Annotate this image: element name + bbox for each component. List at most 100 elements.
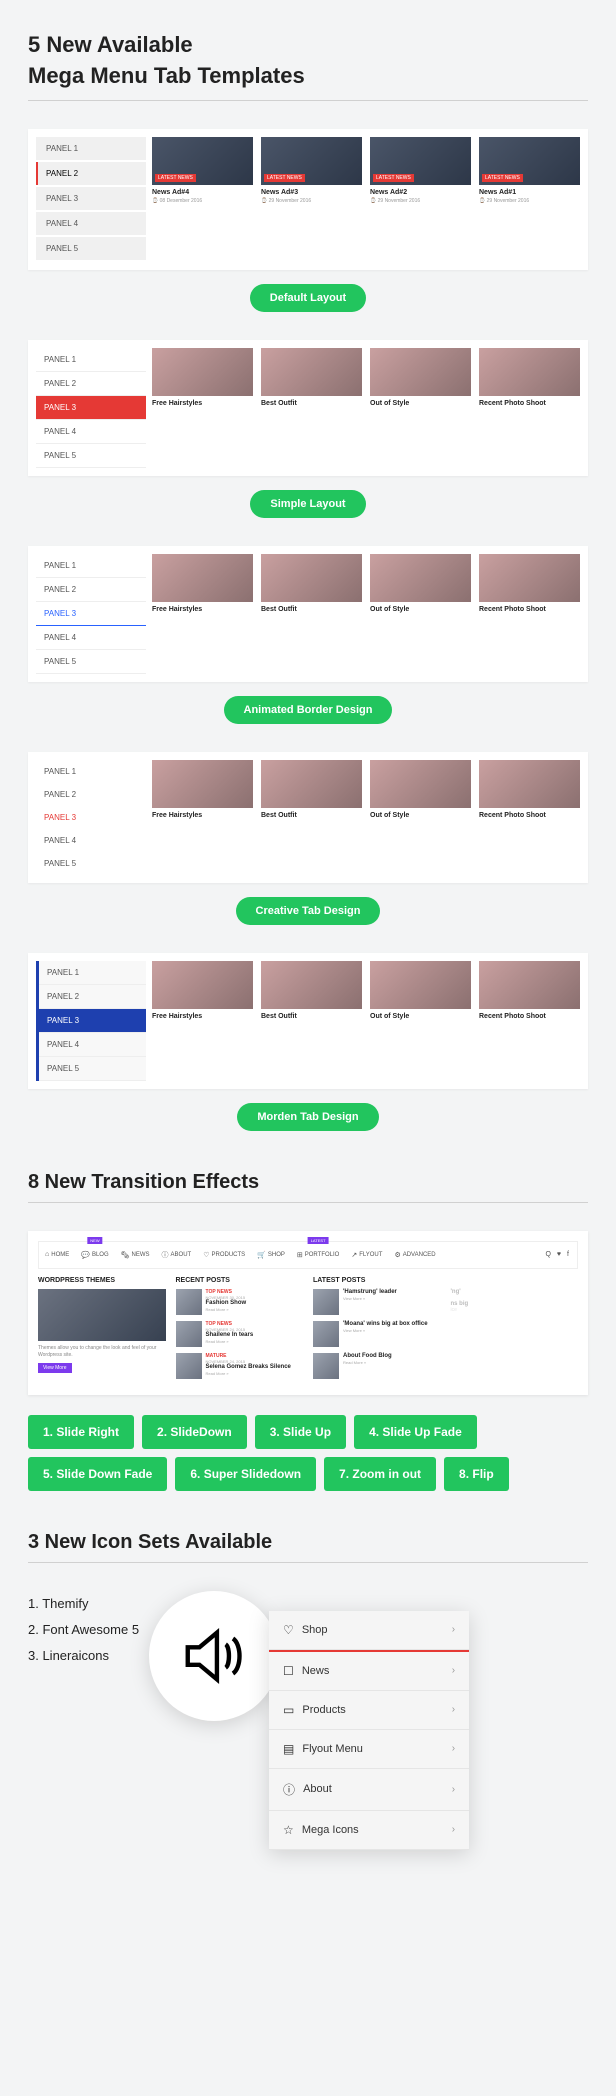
panel-tab[interactable]: PANEL 3 [36,396,146,420]
content-card[interactable]: Out of Style [370,348,471,468]
content-card[interactable]: Recent Photo Shoot [479,760,580,875]
content-card[interactable]: Recent Photo Shoot [479,348,580,468]
content-card[interactable]: Best Outfit [261,961,362,1081]
chevron-right-icon: › [452,1743,455,1754]
card-title: Out of Style [370,400,471,407]
card-title: Recent Photo Shoot [479,1013,580,1020]
content-card[interactable]: Free Hairstyles [152,554,253,674]
content-card[interactable]: LATEST NEWSNews Ad#3⌚ 29 November 2016 [261,137,362,262]
content-card[interactable]: LATEST NEWSNews Ad#4⌚ 08 Desember 2016 [152,137,253,262]
effect-pill: 7. Zoom in out [324,1457,436,1491]
social-icon[interactable]: ♥ [557,1251,561,1258]
icon-menu-item[interactable]: ☐News› [269,1650,469,1691]
content-card[interactable]: Best Outfit [261,760,362,875]
post-image [313,1289,339,1315]
latest-tag: LATEST [308,1237,329,1244]
view-more-link[interactable]: View More » [343,1296,397,1301]
content-card[interactable]: LATEST NEWSNews Ad#1⌚ 29 November 2016 [479,137,580,262]
content-card[interactable]: Free Hairstyles [152,760,253,875]
content-card[interactable]: Free Hairstyles [152,961,253,1081]
news-badge: LATEST NEWS [264,174,305,182]
panel-tab[interactable]: PANEL 2 [36,162,146,185]
panel-tab[interactable]: PANEL 1 [36,137,146,160]
view-more-button[interactable]: View More [38,1363,72,1373]
content-card[interactable]: LATEST NEWSNews Ad#2⌚ 29 November 2016 [370,137,471,262]
panel-tab[interactable]: PANEL 3 [39,1009,146,1033]
panel-tab[interactable]: PANEL 1 [36,554,146,578]
panel-tab[interactable]: PANEL 4 [36,829,146,852]
transition-demo: ⌂HOME💬BLOGNEW🗞NEWSⓘABOUT♡PRODUCTS🛒SHOP⊞P… [28,1231,588,1395]
content-card[interactable]: Out of Style [370,961,471,1081]
content-card[interactable]: Free Hairstyles [152,348,253,468]
icon-menu-item[interactable]: ▤Flyout Menu› [269,1730,469,1769]
panel-tab[interactable]: PANEL 3 [36,806,146,829]
panel-tab[interactable]: PANEL 4 [36,420,146,444]
content-card[interactable]: Out of Style [370,554,471,674]
nav-item[interactable]: ⊞PORTFOLIOLATEST [291,1243,345,1267]
speaker-icon-circle [149,1591,279,1721]
latest-post[interactable]: 'Moana' wins big at box officeView More … [313,1321,441,1347]
nav-item[interactable]: 🛒SHOP [251,1243,291,1267]
social-icon[interactable]: f [567,1251,569,1258]
panel-tab[interactable]: PANEL 4 [36,626,146,650]
panel-tab[interactable]: PANEL 2 [36,783,146,806]
content-card[interactable]: Best Outfit [261,348,362,468]
content-card[interactable]: Best Outfit [261,554,362,674]
mega-menu-demo: PANEL 1PANEL 2PANEL 3PANEL 4PANEL 5 Free … [28,752,588,883]
panel-tab[interactable]: PANEL 5 [39,1057,146,1081]
recent-post[interactable]: TOP NEWSNOVEMBER 30, 2015Fashion ShowRea… [176,1289,304,1315]
effect-pill: 8. Flip [444,1457,509,1491]
panel-tab[interactable]: PANEL 4 [36,212,146,235]
social-icon[interactable]: Q [545,1251,550,1258]
section-2-title: 8 New Transition Effects [28,1171,588,1194]
content-card[interactable]: Recent Photo Shoot [479,961,580,1081]
iconset-item: 3. Lineraicons [28,1643,139,1669]
read-more-link[interactable]: Read More » [206,1307,247,1312]
icon-menu-item[interactable]: ☆Mega Icons› [269,1811,469,1850]
card-date: ⌚ 29 November 2016 [370,198,471,204]
nav-bar: ⌂HOME💬BLOGNEW🗞NEWSⓘABOUT♡PRODUCTS🛒SHOP⊞P… [38,1241,578,1269]
nav-icon: 🛒 [257,1251,266,1259]
content-card[interactable]: Out of Style [370,760,471,875]
panel-tab[interactable]: PANEL 5 [36,444,146,468]
nav-item[interactable]: ↗FLYOUT [345,1243,388,1267]
post-title: 'Hamstrung' leader [343,1289,397,1296]
card-title: News Ad#2 [370,189,471,196]
nav-item[interactable]: ⓘABOUT [156,1242,198,1268]
panel-tab[interactable]: PANEL 2 [36,372,146,396]
card-image [370,554,471,602]
card-image [261,554,362,602]
divider [28,1562,588,1563]
latest-post[interactable]: About Food BlogRead More » [313,1353,441,1379]
read-more-link[interactable]: Read More » [206,1339,254,1344]
panel-tab[interactable]: PANEL 4 [39,1033,146,1057]
nav-item[interactable]: 🗞NEWS [115,1243,156,1267]
icon-menu-item[interactable]: ⓘAbout› [269,1769,469,1811]
panel-tab[interactable]: PANEL 3 [36,602,146,626]
panel-tab[interactable]: PANEL 5 [36,237,146,260]
chevron-right-icon: › [452,1704,455,1715]
panel-tab[interactable]: PANEL 2 [36,578,146,602]
recent-post[interactable]: TOP NEWSNOVEMBER 24, 2015Shailene In tea… [176,1321,304,1347]
latest-post[interactable]: 'Hamstrung' leaderView More » [313,1289,441,1315]
panel-tab[interactable]: PANEL 2 [39,985,146,1009]
panel-tab[interactable]: PANEL 5 [36,650,146,674]
nav-item[interactable]: ⚙ADVANCED [388,1243,441,1267]
nav-item[interactable]: 💬BLOGNEW [75,1243,114,1267]
nav-item[interactable]: ⌂HOME [39,1243,75,1266]
panel-tab[interactable]: PANEL 1 [36,348,146,372]
panel-tab[interactable]: PANEL 1 [39,961,146,985]
effect-pill: 1. Slide Right [28,1415,134,1449]
icon-menu-item[interactable]: ▭Products› [269,1691,469,1730]
panel-tab[interactable]: PANEL 5 [36,852,146,875]
nav-item[interactable]: ♡PRODUCTS [197,1243,251,1267]
post-date: NOVEMBER 30, 2015 [206,1295,247,1300]
view-more-link[interactable]: View More » [343,1328,428,1333]
recent-post[interactable]: MATURENOVEMBER 24, 2015Selena Gomez Brea… [176,1353,304,1379]
view-more-link[interactable]: Read More » [343,1360,392,1365]
read-more-link[interactable]: Read More » [206,1371,291,1376]
icon-menu-item[interactable]: ♡Shop› [269,1611,469,1650]
content-card[interactable]: Recent Photo Shoot [479,554,580,674]
panel-tab[interactable]: PANEL 3 [36,187,146,210]
panel-tab[interactable]: PANEL 1 [36,760,146,783]
